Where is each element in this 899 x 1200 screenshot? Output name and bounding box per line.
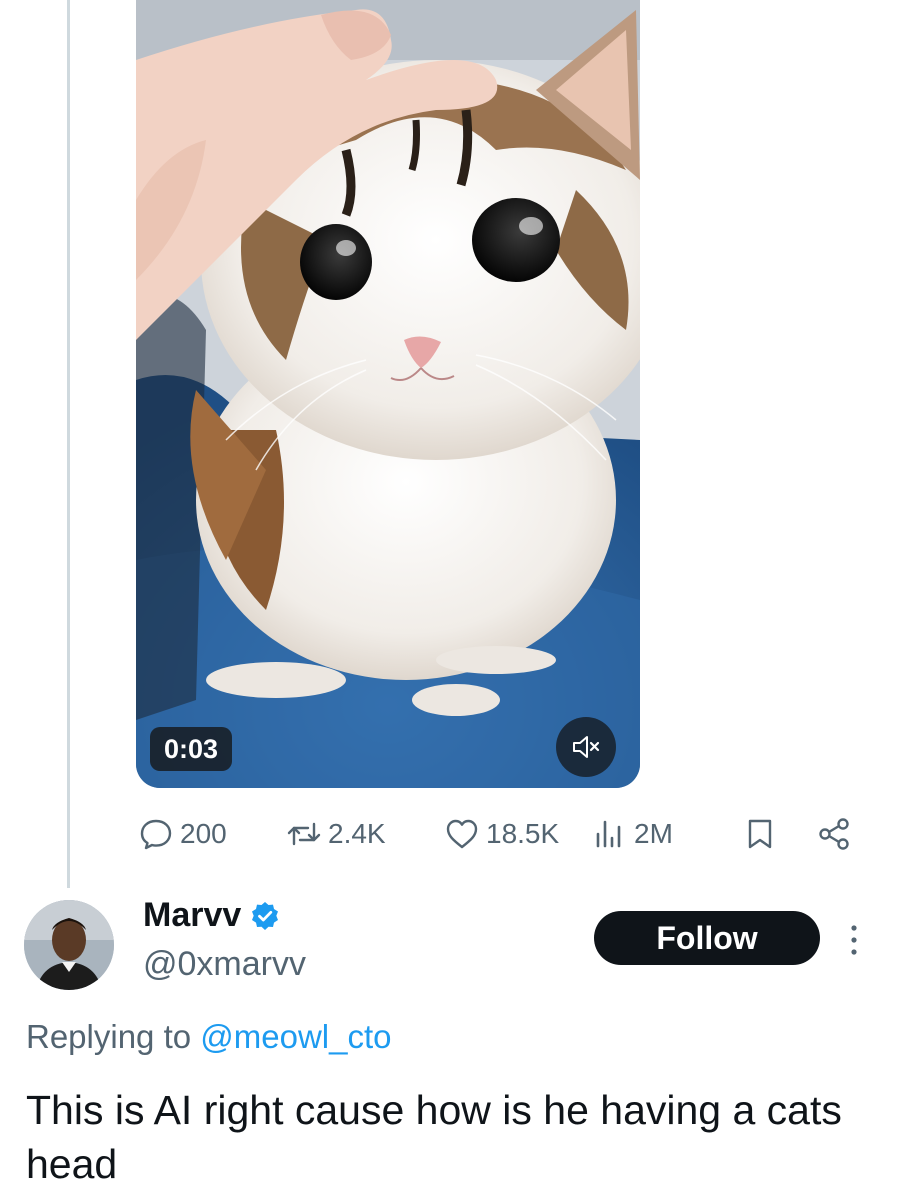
replying-prefix: Replying to <box>26 1018 192 1055</box>
bookmark-icon <box>748 819 772 849</box>
display-name[interactable]: Marvv <box>143 896 281 935</box>
reply-count: 200 <box>180 818 227 849</box>
follow-button[interactable]: Follow <box>594 911 820 965</box>
bookmark-button[interactable] <box>742 812 778 856</box>
thread-connector-line <box>67 0 70 888</box>
user-handle[interactable]: @0xmarvv <box>143 945 306 984</box>
reply-icon <box>140 819 172 850</box>
cat-video-frame <box>136 0 640 788</box>
views-count: 2M <box>634 818 673 849</box>
verified-badge-icon <box>252 901 279 930</box>
repost-button[interactable]: 2.4K <box>286 812 386 856</box>
mute-button[interactable] <box>556 717 616 777</box>
speaker-muted-icon <box>573 736 600 758</box>
reply-text: This is AI right cause how is he having … <box>26 1087 842 1187</box>
mention-link[interactable]: @meowl_cto <box>200 1018 391 1055</box>
share-icon <box>819 818 849 850</box>
video-player[interactable]: 0:03 <box>136 0 640 788</box>
avatar[interactable] <box>24 900 114 990</box>
replying-to-line: Replying to @meowl_cto <box>26 1018 392 1056</box>
like-button[interactable]: 18.5K <box>444 812 559 856</box>
heart-icon <box>446 819 478 849</box>
tweet-thread-view: 0:03 200 2.4K 18.5K 2M Marvv @0xmarvv Fo… <box>0 0 899 1200</box>
views-chart-icon <box>596 820 621 848</box>
more-options-icon[interactable] <box>845 920 863 960</box>
user-avatar-image <box>24 900 114 990</box>
reply-button[interactable]: 200 <box>138 812 227 856</box>
display-name-text: Marvv <box>143 896 242 934</box>
video-timestamp: 0:03 <box>150 727 233 771</box>
repost-icon <box>287 822 321 846</box>
repost-count: 2.4K <box>328 818 386 849</box>
share-button[interactable] <box>816 812 852 856</box>
like-count: 18.5K <box>486 818 560 849</box>
views-button[interactable]: 2M <box>592 812 673 856</box>
